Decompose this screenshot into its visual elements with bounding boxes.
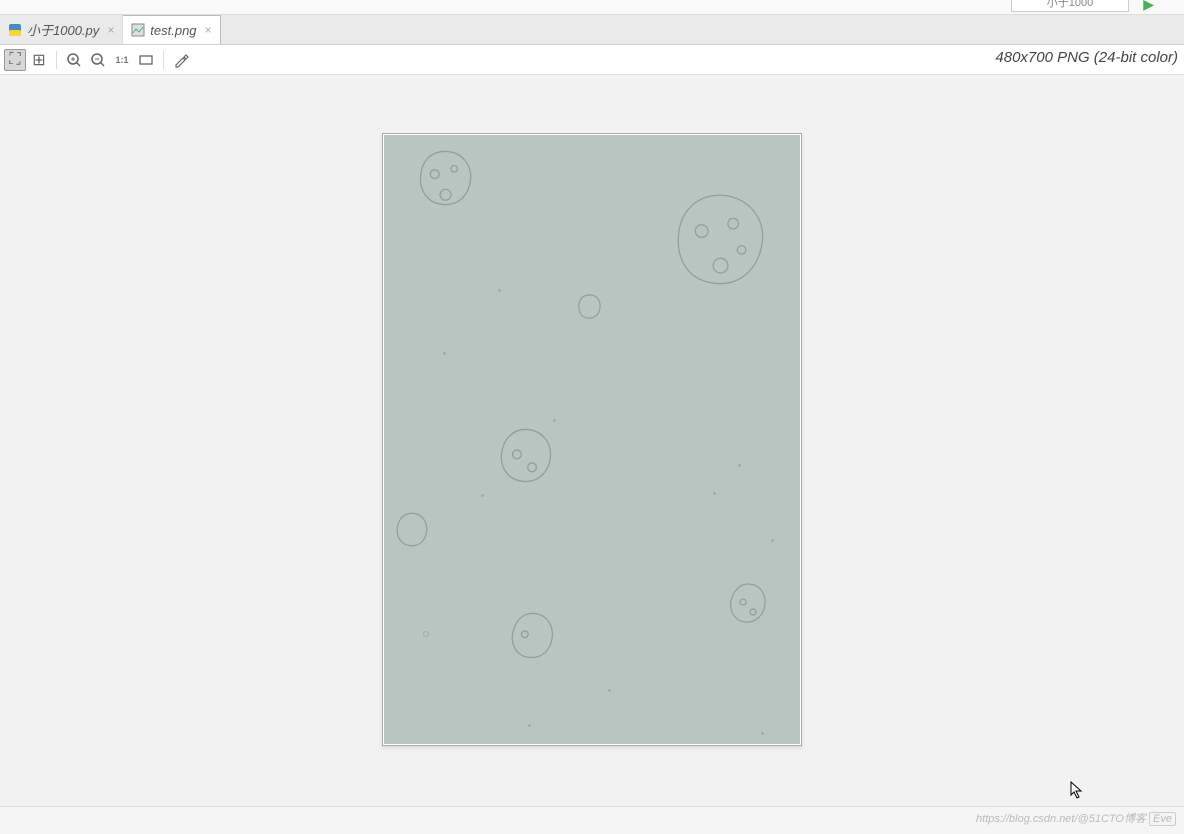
watermark-text: https://blog.csdn.net/@51CTO博客 Eve [976, 810, 1176, 826]
tab-python-file[interactable]: 小于1000.py × [0, 15, 123, 44]
color-picker-icon[interactable] [170, 49, 192, 71]
image-file-icon [131, 23, 145, 37]
zoom-in-icon[interactable] [63, 49, 85, 71]
tab-image-file[interactable]: test.png × [123, 15, 220, 44]
zoom-actual-icon[interactable]: 1:1 [111, 49, 133, 71]
top-config-field[interactable]: 小于1000 [1011, 0, 1129, 12]
window-top-bar: 小于1000 ▶ [0, 0, 1184, 15]
grid-icon[interactable]: ⊞ [28, 49, 50, 71]
fullscreen-icon[interactable]: ⛶ [4, 49, 26, 71]
tab-label: 小于1000.py [27, 20, 99, 39]
separator [56, 51, 57, 69]
image-preview[interactable] [382, 133, 802, 746]
play-icon[interactable]: ▶ [1143, 0, 1154, 13]
close-icon[interactable]: × [205, 23, 212, 37]
python-file-icon [8, 23, 22, 37]
close-icon[interactable]: × [107, 23, 114, 37]
tab-bar: 小于1000.py × test.png × [0, 15, 1184, 45]
zoom-out-icon[interactable] [87, 49, 109, 71]
separator [163, 51, 164, 69]
image-info-label: 480x700 PNG (24-bit color) [995, 49, 1178, 66]
fit-window-icon[interactable] [135, 49, 157, 71]
canvas-area [0, 75, 1184, 804]
tab-label: test.png [150, 23, 196, 38]
